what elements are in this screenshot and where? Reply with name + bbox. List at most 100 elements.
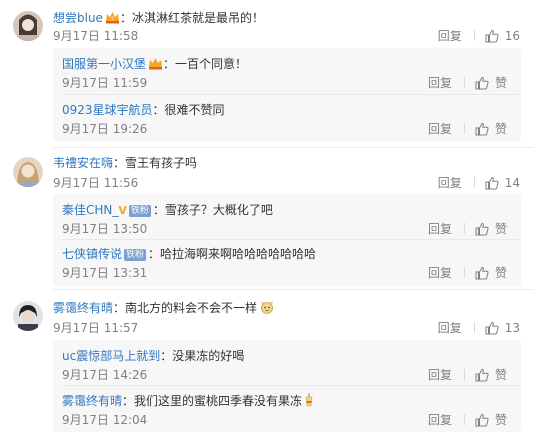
thumbs-up-icon[interactable] [475,368,489,382]
divider [463,267,465,278]
like-button[interactable]: 赞 [495,220,507,237]
replies-box: uc震惊部马上就到：没果冻的好喝 9月17日 14:26 回复 赞 雾霭终有晴：… [53,340,521,432]
fan-badge: 铁粉 [128,205,151,217]
reply-item: 0923星球宇航员：很难不赞同 9月17日 19:26 回复 赞 [53,95,521,141]
reply-button[interactable]: 回复 [438,27,462,44]
reply-item: uc震惊部马上就到：没果冻的好喝 9月17日 14:26 回复 赞 [53,340,521,385]
divider [473,322,475,333]
divider [463,223,465,234]
verified-badge-icon: V [118,204,127,217]
reply-text: ：我们这里的蜜桃四季春没有果冻 [122,394,303,408]
comment-actions: 回复 16 [438,27,520,44]
thumbs-up-icon[interactable] [485,176,499,190]
reply-line: 0923星球宇航员：很难不赞同 [62,101,225,118]
timestamp: 9月17日 13:50 [62,222,148,236]
reply-text: ：一百个同意！ [163,57,248,71]
username-link[interactable]: uc震惊部马上就到 [62,349,160,363]
divider [473,177,475,188]
like-button[interactable]: 赞 [495,411,507,428]
username-link[interactable]: 秦佳CHN_ [62,203,118,217]
reply-line: uc震惊部马上就到：没果冻的好喝 [62,347,244,364]
avatar[interactable] [13,157,43,187]
reply-actions: 回复 赞 [428,220,507,237]
reply-actions: 回复 赞 [428,411,507,428]
divider [463,414,465,425]
reply-item: 国服第一小汉堡 ：一百个同意！ 9月17日 11:59 回复 赞 [53,48,521,94]
username-link[interactable]: 0923星球宇航员 [62,103,153,117]
username-link[interactable]: 雾霭终有晴 [53,301,113,315]
reply-button[interactable]: 回复 [428,74,452,91]
thumbs-up-icon[interactable] [475,76,489,90]
reply-line: 国服第一小汉堡 ：一百个同意！ [62,55,247,73]
reply-line: 雾霭终有晴：我们这里的蜜桃四季春没有果冻 [62,392,314,410]
thumbs-up-icon[interactable] [475,222,489,236]
timestamp: 9月17日 13:31 [62,266,148,280]
reply-actions: 回复 赞 [428,120,507,137]
reply-text: ：很难不赞同 [152,103,225,117]
timestamp: 9月17日 14:26 [62,368,148,382]
reply-text: ：雪孩子？大概化了吧 [152,203,273,217]
username-link[interactable]: 国服第一小汉堡 [62,57,146,71]
fan-badge: 铁粉 [124,249,147,261]
comment: 韦禮安在嗨：雪王有孩子吗 9月17日 11:56 回复 14 秦佳CHN_V 铁粉… [0,148,534,293]
like-button[interactable]: 赞 [495,120,507,137]
timestamp: 9月17日 11:56 [53,176,139,190]
divider [463,369,465,380]
crown-badge-icon [148,57,163,73]
reply-item: 七侠镇传说 铁粉 ：哈拉海啊来啊哈哈哈哈哈哈哈 9月17日 13:31 回复 赞 [53,240,521,286]
crown-badge-icon: 2 [105,11,120,27]
replies-box: 国服第一小汉堡 ：一百个同意！ 9月17日 11:59 回复 赞 0923星球宇航… [53,48,521,141]
like-button[interactable]: 赞 [495,74,507,91]
like-button[interactable]: 赞 [495,264,507,281]
thumbs-up-icon[interactable] [475,413,489,427]
comment: 雾霭终有晴：南北方的料会不会不一样 9月17日 11:57 回复 13 uc震惊… [0,291,534,440]
reply-button[interactable]: 回复 [428,411,452,428]
thumbs-up-icon[interactable] [485,29,499,43]
divider [463,77,465,88]
divider [473,30,475,41]
comment-line: 雾霭终有晴：南北方的料会不会不一样 [53,299,275,317]
thumbs-up-icon[interactable] [485,321,499,335]
divider [53,289,534,290]
like-count[interactable]: 13 [505,321,520,335]
username-link[interactable]: 七侠镇传说 [62,247,122,261]
timestamp: 9月17日 11:58 [53,29,139,43]
like-button[interactable]: 赞 [495,366,507,383]
like-count[interactable]: 14 [505,176,520,190]
timestamp: 9月17日 11:59 [62,76,148,90]
divider [463,123,465,134]
reply-button[interactable]: 回复 [428,120,452,137]
thumbs-up-icon[interactable] [475,266,489,280]
reply-actions: 回复 赞 [428,366,507,383]
reply-button[interactable]: 回复 [428,366,452,383]
reply-button[interactable]: 回复 [428,220,452,237]
comment-text: ：雪王有孩子吗 [113,156,198,170]
username-link[interactable]: 想尝blue [53,11,103,25]
svg-text:2: 2 [111,17,114,23]
drink-cup-icon [304,393,314,410]
reply-actions: 回复 赞 [428,264,507,281]
like-count[interactable]: 16 [505,29,520,43]
reply-text: ：哈拉海啊来啊哈哈哈哈哈哈哈 [148,247,317,261]
avatar[interactable] [13,11,43,41]
comment-line: 韦禮安在嗨：雪王有孩子吗 [53,154,197,171]
timestamp: 9月17日 19:26 [62,122,148,136]
reply-button[interactable]: 回复 [438,319,462,336]
username-link[interactable]: 雾霭终有晴 [62,394,122,408]
avatar[interactable] [13,301,43,331]
replies-box: 秦佳CHN_V 铁粉 ：雪孩子？大概化了吧 9月17日 13:50 回复 赞 七侠镇… [53,194,521,286]
reply-item: 秦佳CHN_V 铁粉 ：雪孩子？大概化了吧 9月17日 13:50 回复 赞 [53,194,521,239]
comment-text: ：南北方的料会不会不一样 [113,301,258,315]
thumbs-up-icon[interactable] [475,122,489,136]
reply-line: 七侠镇传说 铁粉 ：哈拉海啊来啊哈哈哈哈哈哈哈 [62,245,316,262]
username-link[interactable]: 韦禮安在嗨 [53,156,113,170]
reply-line: 秦佳CHN_V 铁粉 ：雪孩子？大概化了吧 [62,201,273,218]
reply-button[interactable]: 回复 [428,264,452,281]
timestamp: 9月17日 12:04 [62,413,148,427]
reply-button[interactable]: 回复 [438,174,462,191]
reply-item: 雾霭终有晴：我们这里的蜜桃四季春没有果冻 9月17日 12:04 回复 赞 [53,386,521,432]
comment-actions: 回复 14 [438,174,520,191]
comment-line: 想尝blue 2 ：冰淇淋红茶就是最吊的！ [53,9,264,27]
reply-actions: 回复 赞 [428,74,507,91]
comment: 想尝blue 2 ：冰淇淋红茶就是最吊的！ 9月17日 11:58 回复 16 国服… [0,0,534,150]
